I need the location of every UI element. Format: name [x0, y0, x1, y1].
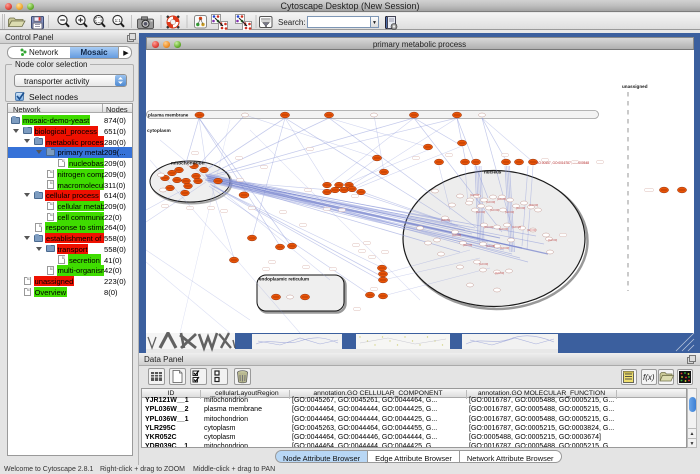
svg-text:[GO:00]: [GO:00]: [497, 197, 506, 201]
svg-text:[GO:00]: [GO:00]: [470, 193, 479, 197]
svg-text:unassigned: unassigned: [622, 84, 648, 89]
svg-text:cytoplasm: cytoplasm: [147, 128, 171, 134]
svg-text:[GO:00]: [GO:00]: [476, 210, 485, 214]
svg-text:[GO:00]: [GO:00]: [463, 243, 472, 247]
svg-text:[GO:00]: [GO:00]: [486, 244, 495, 248]
svg-text:[GO:00]: [GO:00]: [499, 227, 508, 231]
svg-text:[GO:00]: [GO:00]: [486, 200, 495, 204]
svg-text:[GO:00]: [GO:00]: [441, 218, 450, 222]
svg-text:[GO:00]: [GO:00]: [512, 225, 521, 229]
svg-text:[GO:00]: [GO:00]: [479, 262, 488, 266]
svg-text:[GO:00]: [GO:00]: [495, 271, 504, 275]
svg-text:[GO:00]: [GO:00]: [527, 228, 536, 232]
svg-text:[GO:00]: [GO:00]: [516, 206, 525, 210]
svg-text:f(x): f(x): [643, 373, 655, 382]
svg-text:[GO:00]: [GO:00]: [452, 233, 461, 237]
svg-text:1:1: 1:1: [115, 18, 122, 23]
svg-text:plasma membrane: plasma membrane: [148, 113, 189, 118]
svg-text:nucleus: nucleus: [484, 170, 502, 175]
svg-text:mitochondrion: mitochondrion: [171, 161, 205, 167]
svg-text:endoplasmic reticulum: endoplasmic reticulum: [259, 277, 309, 282]
svg-text:[GO:00]: [GO:00]: [548, 238, 557, 242]
svg-text:[GO:00]: [GO:00]: [505, 210, 514, 214]
svg-text:[GO:00]: [GO:00]: [529, 203, 538, 207]
svg-text:[GO:00]: [GO:00]: [490, 208, 499, 212]
svg-text:[GO:00]: [GO:00]: [500, 246, 509, 250]
svg-text:[GO:00]: [GO:00]: [484, 225, 493, 229]
